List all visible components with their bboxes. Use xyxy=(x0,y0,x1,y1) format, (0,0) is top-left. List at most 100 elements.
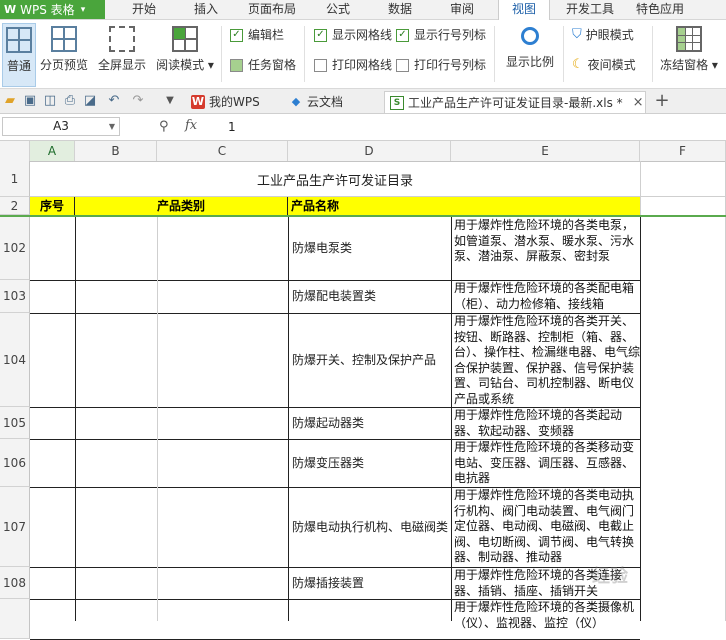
menu-page-layout[interactable]: 页面布局 xyxy=(240,0,304,19)
product-description-cell[interactable]: 用于爆炸性危险环境的各类电动执行机构、阀门电动装置、电气阀门定位器、电动阀、电磁… xyxy=(452,487,640,567)
menu-view[interactable]: 视图 xyxy=(498,0,550,20)
tab-my-wps[interactable]: W 我的WPS xyxy=(186,91,278,113)
customize-dropdown-icon[interactable]: ▼ xyxy=(162,93,178,109)
chevron-down-icon: ▾ xyxy=(80,4,86,15)
page-break-label: 分页预览 xyxy=(39,58,88,72)
spreadsheet-file-icon: S xyxy=(390,95,404,110)
product-description-cell[interactable]: 用于爆炸性危险环境的各类电泵，如管道泵、潜水泵、暖水泵、污水泵、潜油泵、屏蔽泵、… xyxy=(452,217,640,280)
function-icon[interactable]: fx xyxy=(185,118,197,133)
product-name-cell[interactable]: 防爆配电装置类 xyxy=(289,280,451,313)
grid-icon xyxy=(6,27,32,53)
menu-data[interactable]: 数据 xyxy=(374,0,426,19)
product-description-cell[interactable]: 用于爆炸性危险环境的各类开关、按钮、断路器、控制柜（箱、器、台）、操作柱、检漏继… xyxy=(452,313,640,407)
column-header-e[interactable]: E xyxy=(451,141,640,161)
header-seq[interactable]: 序号 xyxy=(30,197,75,215)
menu-review[interactable]: 审阅 xyxy=(436,0,488,19)
document-tab-bar: ▰ ▣ ◫ ⎙ ◪ ↶ ↷ ▼ W 我的WPS ◆ 云文档 S 工业产品生产许可… xyxy=(0,89,726,114)
sheet-title-cell[interactable]: 工业产品生产许可发证目录 xyxy=(30,161,640,197)
product-name-cell[interactable]: 防爆起动器类 xyxy=(289,407,451,439)
menu-formulas[interactable]: 公式 xyxy=(312,0,364,19)
night-mode-toggle[interactable]: ☾ 夜间模式 xyxy=(572,56,636,74)
product-description-cell[interactable]: 用于爆炸性危险环境的各类摄像机（仪）、监视器、监控（仪） xyxy=(452,599,640,639)
export-pdf-icon[interactable]: ◫ xyxy=(42,93,58,109)
column-header-a[interactable]: A xyxy=(30,141,75,161)
open-folder-icon[interactable]: ▰ xyxy=(2,93,18,109)
tab-cloud-doc[interactable]: ◆ 云文档 xyxy=(284,91,368,113)
select-all-corner[interactable] xyxy=(0,141,30,161)
formula-input[interactable]: 1 xyxy=(228,120,236,134)
new-tab-plus-icon[interactable]: + xyxy=(654,92,670,110)
normal-view-button[interactable]: 普通 xyxy=(2,23,36,87)
cube-icon: ◆ xyxy=(291,95,301,108)
print-gridlines-label: 打印网格线 xyxy=(332,58,393,72)
row-header[interactable]: 104 xyxy=(0,313,30,407)
row-header-1[interactable]: 1 xyxy=(0,161,30,197)
menu-developer[interactable]: 开发工具 xyxy=(558,0,622,19)
eye-protect-toggle[interactable]: ⛉ 护眼模式 xyxy=(572,26,634,44)
read-mode-button[interactable]: 阅读模式 ▾ xyxy=(153,23,217,85)
tab-my-wps-label: 我的WPS xyxy=(209,95,260,109)
edit-bar-checkbox[interactable]: ✓ 编辑栏 xyxy=(230,26,284,44)
page-break-preview-button[interactable]: 分页预览 xyxy=(37,23,91,85)
product-description-cell[interactable]: 用于爆炸性危险环境的各类移动变电站、变压器、调压器、互感器、电抗器 xyxy=(452,439,640,487)
row-header[interactable]: 102 xyxy=(0,217,30,280)
ribbon-divider xyxy=(563,26,564,82)
row-header[interactable]: 107 xyxy=(0,487,30,567)
product-name-cell[interactable]: 防爆电泵类 xyxy=(289,217,451,280)
show-headings-checkbox[interactable]: ✓ 显示行号列标 xyxy=(396,26,486,44)
zoom-button[interactable]: 显示比例 xyxy=(502,23,558,85)
magnifier-icon xyxy=(521,27,539,45)
undo-icon[interactable]: ↶ xyxy=(106,93,122,109)
product-name-cell[interactable] xyxy=(289,599,451,639)
checkbox-checked-icon: ✓ xyxy=(396,28,409,42)
menu-bar: W WPS 表格 ▾ 开始 插入 页面布局 公式 数据 审阅 视图 开发工具 特… xyxy=(0,0,726,20)
shield-icon: ⛉ xyxy=(572,27,582,42)
task-pane-checkbox[interactable]: 任务窗格 xyxy=(230,56,296,74)
row-header[interactable]: 105 xyxy=(0,407,30,439)
product-name-cell[interactable]: 防爆变压器类 xyxy=(289,439,451,487)
show-gridlines-checkbox[interactable]: ✓ 显示网格线 xyxy=(314,26,392,44)
row-header[interactable]: 106 xyxy=(0,439,30,487)
name-box[interactable]: A3 ▼ xyxy=(2,117,120,136)
row-header[interactable]: 108 xyxy=(0,567,30,599)
row-header[interactable]: 103 xyxy=(0,280,30,313)
print-icon[interactable]: ⎙ xyxy=(62,93,78,109)
print-headings-checkbox[interactable]: 打印行号列标 xyxy=(396,56,486,74)
print-gridlines-checkbox[interactable]: 打印网格线 xyxy=(314,56,392,74)
header-category[interactable]: 产品类别 xyxy=(75,197,288,215)
task-pane-label: 任务窗格 xyxy=(248,58,297,72)
checkbox-checked-icon: ✓ xyxy=(230,28,243,42)
row-header-2[interactable]: 2 xyxy=(0,197,30,215)
show-headings-label: 显示行号列标 xyxy=(414,28,487,42)
menu-home[interactable]: 开始 xyxy=(118,0,170,19)
menu-insert[interactable]: 插入 xyxy=(180,0,232,19)
redo-icon[interactable]: ↷ xyxy=(130,93,146,109)
freeze-panes-icon xyxy=(676,26,702,52)
search-icon[interactable]: ⚲ xyxy=(159,119,169,134)
save-icon[interactable]: ▣ xyxy=(22,93,38,109)
menu-special-apps[interactable]: 特色应用 xyxy=(628,0,692,19)
full-screen-label: 全屏显示 xyxy=(97,58,146,72)
tab-active-file[interactable]: S 工业产品生产许可证发证目录-最新.xls * × xyxy=(384,91,646,113)
product-name-cell[interactable]: 防爆电动执行机构、电磁阀类 xyxy=(289,487,451,567)
app-name: WPS 表格 xyxy=(20,3,75,17)
product-name-cell[interactable]: 防爆开关、控制及保护产品 xyxy=(289,313,451,407)
full-screen-button[interactable]: 全屏显示 xyxy=(94,23,150,85)
product-description-cell[interactable]: 用于爆炸性危险环境的各类配电箱（柜）、动力检修箱、接线箱 xyxy=(452,280,640,313)
column-header-f[interactable]: F xyxy=(640,141,726,161)
product-description-cell[interactable]: 用于爆炸性危险环境的各类起动器、软起动器、变频器 xyxy=(452,407,640,439)
column-header-b[interactable]: B xyxy=(75,141,157,161)
read-mode-icon xyxy=(172,26,198,52)
column-header-d[interactable]: D xyxy=(288,141,451,161)
freeze-panes-label: 冻结窗格 ▾ xyxy=(660,58,718,72)
column-header-c[interactable]: C xyxy=(157,141,288,161)
close-icon[interactable]: × xyxy=(633,92,644,114)
header-product[interactable]: 产品名称 xyxy=(288,197,640,215)
eye-protect-label: 护眼模式 xyxy=(585,28,634,42)
full-screen-icon xyxy=(109,26,135,52)
row-header[interactable] xyxy=(0,599,30,639)
print-preview-icon[interactable]: ◪ xyxy=(82,93,98,109)
freeze-panes-button[interactable]: 冻结窗格 ▾ xyxy=(656,23,722,85)
app-menu-button[interactable]: W WPS 表格 ▾ xyxy=(0,0,105,19)
product-name-cell[interactable]: 防爆插接装置 xyxy=(289,567,451,599)
